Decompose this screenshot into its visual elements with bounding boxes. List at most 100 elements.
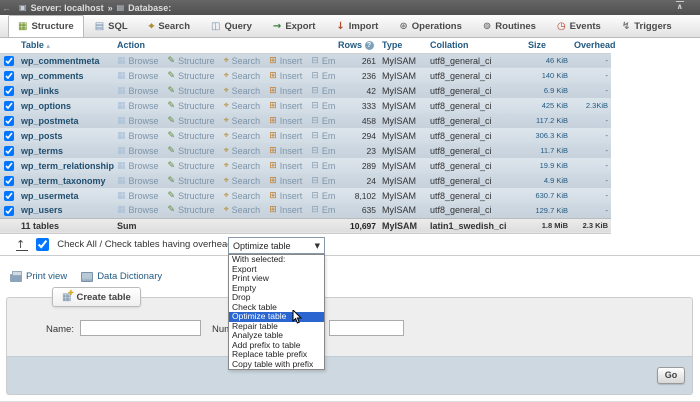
empty-action[interactable]: ⊟Empty [311, 86, 335, 96]
browse-action[interactable]: ▦Browse [117, 86, 159, 96]
row-checkbox[interactable] [4, 176, 14, 186]
insert-action[interactable]: ⊞Insert [269, 205, 302, 215]
create-table-legend[interactable]: ▦✚ Create table [52, 287, 141, 307]
menu-option-drop[interactable]: Drop [229, 293, 324, 303]
structure-action[interactable]: ✎Structure [168, 161, 215, 171]
structure-action[interactable]: ✎Structure [168, 131, 215, 141]
empty-action[interactable]: ⊟Empty [311, 176, 335, 186]
insert-action[interactable]: ⊞Insert [269, 191, 302, 201]
table-name-link[interactable]: wp_commentmeta [18, 53, 114, 68]
row-checkbox[interactable] [4, 131, 14, 141]
insert-action[interactable]: ⊞Insert [269, 176, 302, 186]
structure-action[interactable]: ✎Structure [168, 205, 215, 215]
menu-option-export[interactable]: Export [229, 265, 324, 275]
search-action[interactable]: ⌖Search [224, 131, 261, 141]
browse-action[interactable]: ▦Browse [117, 146, 159, 156]
insert-action[interactable]: ⊞Insert [269, 101, 302, 111]
empty-action[interactable]: ⊟Empty [311, 116, 335, 126]
number-of-columns-input[interactable] [329, 320, 404, 336]
insert-action[interactable]: ⊞Insert [269, 161, 302, 171]
browse-action[interactable]: ▦Browse [117, 176, 159, 186]
menu-option-optimize-table[interactable]: Optimize table [229, 312, 324, 322]
search-action[interactable]: ⌖Search [224, 116, 261, 126]
browse-action[interactable]: ▦Browse [117, 71, 159, 81]
structure-action[interactable]: ✎Structure [168, 101, 215, 111]
tab-structure[interactable]: ▦ Structure [8, 15, 84, 37]
structure-action[interactable]: ✎Structure [168, 146, 215, 156]
row-checkbox[interactable] [4, 206, 14, 216]
row-checkbox[interactable] [4, 86, 14, 96]
breadcrumb-server[interactable]: Server: localhost [31, 3, 104, 13]
empty-action[interactable]: ⊟Empty [311, 191, 335, 201]
search-action[interactable]: ⌖Search [224, 146, 261, 156]
empty-action[interactable]: ⊟Empty [311, 161, 335, 171]
tab-events[interactable]: ◷ Events [547, 15, 611, 37]
insert-action[interactable]: ⊞Insert [269, 131, 302, 141]
structure-action[interactable]: ✎Structure [168, 56, 215, 66]
menu-option-print-view[interactable]: Print view [229, 274, 324, 284]
tab-operations[interactable]: ⊛ Operations [389, 15, 472, 37]
row-checkbox[interactable] [4, 191, 14, 201]
row-checkbox[interactable] [4, 161, 14, 171]
search-action[interactable]: ⌖Search [224, 101, 261, 111]
data-dictionary-link[interactable]: Data Dictionary [81, 271, 162, 282]
search-action[interactable]: ⌖Search [224, 205, 261, 215]
back-arrow-icon[interactable]: ← [2, 3, 11, 13]
print-view-link[interactable]: Print view [10, 271, 67, 282]
search-action[interactable]: ⌖Search [224, 161, 261, 171]
menu-option-analyze-table[interactable]: Analyze table [229, 331, 324, 341]
tab-import[interactable]: ↓ Import [326, 15, 388, 37]
browse-action[interactable]: ▦Browse [117, 131, 159, 141]
insert-action[interactable]: ⊞Insert [269, 56, 302, 66]
menu-option-copy-prefix[interactable]: Copy table with prefix [229, 360, 324, 370]
table-name-link[interactable]: wp_term_relationships [18, 158, 114, 173]
structure-action[interactable]: ✎Structure [168, 176, 215, 186]
menu-option-with-selected[interactable]: With selected: [229, 255, 324, 265]
browse-action[interactable]: ▦Browse [117, 101, 159, 111]
column-header-table[interactable]: Table ▴ [18, 38, 114, 53]
tab-query[interactable]: ◫ Query [201, 15, 262, 37]
tab-triggers[interactable]: ↯ Triggers [612, 15, 682, 37]
menu-option-check-table[interactable]: Check table [229, 303, 324, 313]
structure-action[interactable]: ✎Structure [168, 71, 215, 81]
tab-routines[interactable]: ⊚ Routines [473, 15, 546, 37]
check-all-checkbox[interactable] [36, 238, 49, 251]
table-name-link[interactable]: wp_terms [18, 143, 114, 158]
menu-option-repair-table[interactable]: Repair table [229, 322, 324, 332]
tab-export[interactable]: → Export [263, 15, 325, 37]
table-name-link[interactable]: wp_term_taxonomy [18, 173, 114, 188]
tab-sql[interactable]: ▤ SQL [85, 15, 138, 37]
row-checkbox[interactable] [4, 71, 14, 81]
browse-action[interactable]: ▦Browse [117, 191, 159, 201]
empty-action[interactable]: ⊟Empty [311, 56, 335, 66]
empty-action[interactable]: ⊟Empty [311, 71, 335, 81]
search-action[interactable]: ⌖Search [224, 86, 261, 96]
tab-search[interactable]: ⌖ Search [139, 15, 200, 37]
insert-action[interactable]: ⊞Insert [269, 146, 302, 156]
browse-action[interactable]: ▦Browse [117, 205, 159, 215]
browse-action[interactable]: ▦Browse [117, 116, 159, 126]
structure-action[interactable]: ✎Structure [168, 116, 215, 126]
table-name-link[interactable]: wp_users [18, 203, 114, 218]
structure-action[interactable]: ✎Structure [168, 191, 215, 201]
search-action[interactable]: ⌖Search [224, 71, 261, 81]
browse-action[interactable]: ▦Browse [117, 56, 159, 66]
menu-option-empty[interactable]: Empty [229, 284, 324, 294]
menu-option-add-prefix[interactable]: Add prefix to table [229, 341, 324, 351]
check-all-label[interactable]: Check All / Check tables having overhead [57, 239, 232, 250]
table-name-link[interactable]: wp_postmeta [18, 113, 114, 128]
table-name-link[interactable]: wp_posts [18, 128, 114, 143]
row-checkbox[interactable] [4, 146, 14, 156]
table-name-input[interactable] [80, 320, 201, 336]
insert-action[interactable]: ⊞Insert [269, 116, 302, 126]
insert-action[interactable]: ⊞Insert [269, 86, 302, 96]
menu-option-replace-prefix[interactable]: Replace table prefix [229, 350, 324, 360]
table-name-link[interactable]: wp_options [18, 98, 114, 113]
row-checkbox[interactable] [4, 116, 14, 126]
insert-action[interactable]: ⊞Insert [269, 71, 302, 81]
table-name-link[interactable]: wp_usermeta [18, 188, 114, 203]
structure-action[interactable]: ✎Structure [168, 86, 215, 96]
row-checkbox[interactable] [4, 56, 14, 66]
breadcrumb-database[interactable]: Database: [128, 3, 171, 13]
empty-action[interactable]: ⊟Empty [311, 205, 335, 215]
